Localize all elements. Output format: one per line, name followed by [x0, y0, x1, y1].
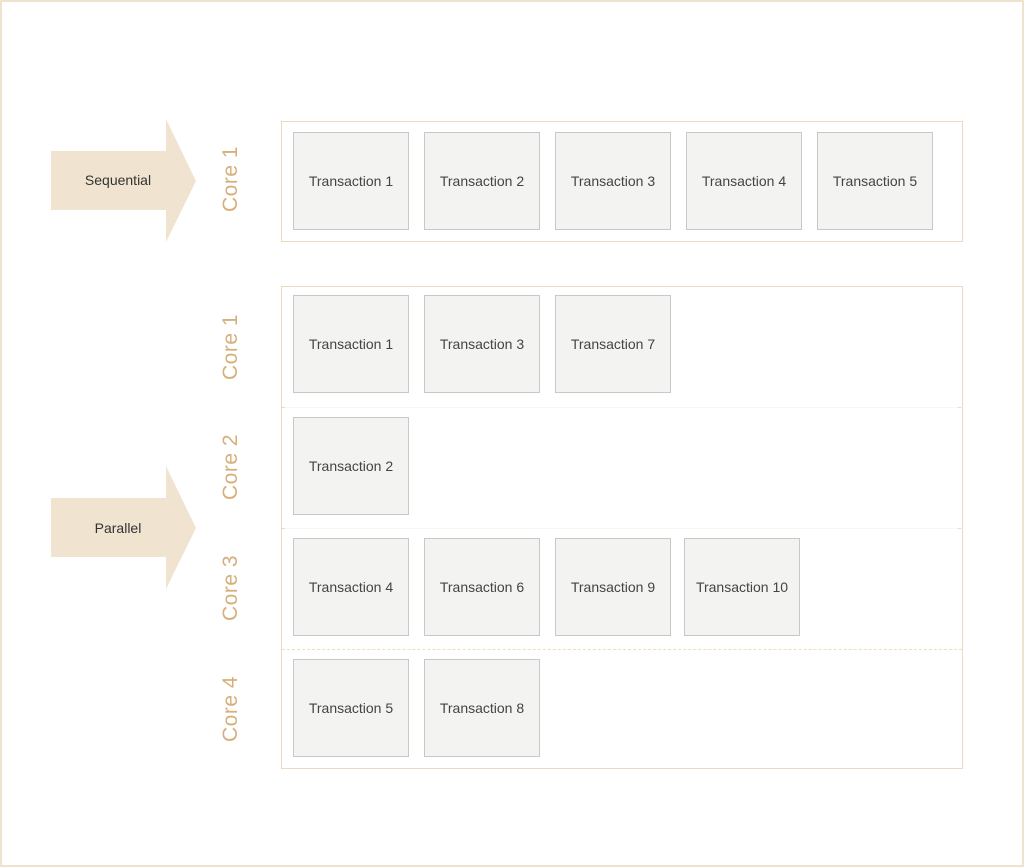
parallel-label: Parallel: [94, 520, 142, 536]
sequential-core-1-label: Core 1: [219, 145, 242, 213]
parallel-core-4-label: Core 4: [219, 675, 242, 743]
transaction-box: Transaction 10: [684, 538, 800, 636]
transaction-box: Transaction 3: [555, 132, 671, 230]
transaction-box: Transaction 3: [424, 295, 540, 393]
transaction-box: Transaction 1: [293, 132, 409, 230]
parallel-core-2-label: Core 2: [219, 433, 242, 501]
transaction-box: Transaction 8: [424, 659, 540, 757]
transaction-box: Transaction 5: [817, 132, 933, 230]
transaction-box: Transaction 1: [293, 295, 409, 393]
core-divider-dashed: [282, 649, 962, 650]
transaction-box: Transaction 9: [555, 538, 671, 636]
transaction-box: Transaction 6: [424, 538, 540, 636]
parallel-core-3-label: Core 3: [219, 554, 242, 622]
transaction-box: Transaction 7: [555, 295, 671, 393]
divider-tick: [282, 407, 285, 408]
transaction-box: Transaction 5: [293, 659, 409, 757]
transaction-box: Transaction 2: [424, 132, 540, 230]
sequential-arrow: Sequential: [51, 119, 197, 243]
sequential-label: Sequential: [84, 172, 152, 188]
core-divider: [282, 407, 962, 408]
parallel-core-1-label: Core 1: [219, 313, 242, 381]
transaction-box: Transaction 4: [686, 132, 802, 230]
parallel-arrow: Parallel: [51, 466, 197, 590]
divider-tick: [282, 528, 285, 529]
transaction-box: Transaction 4: [293, 538, 409, 636]
transaction-box: Transaction 2: [293, 417, 409, 515]
core-divider: [282, 528, 962, 529]
divider-tick: [958, 528, 961, 529]
divider-tick: [958, 407, 961, 408]
